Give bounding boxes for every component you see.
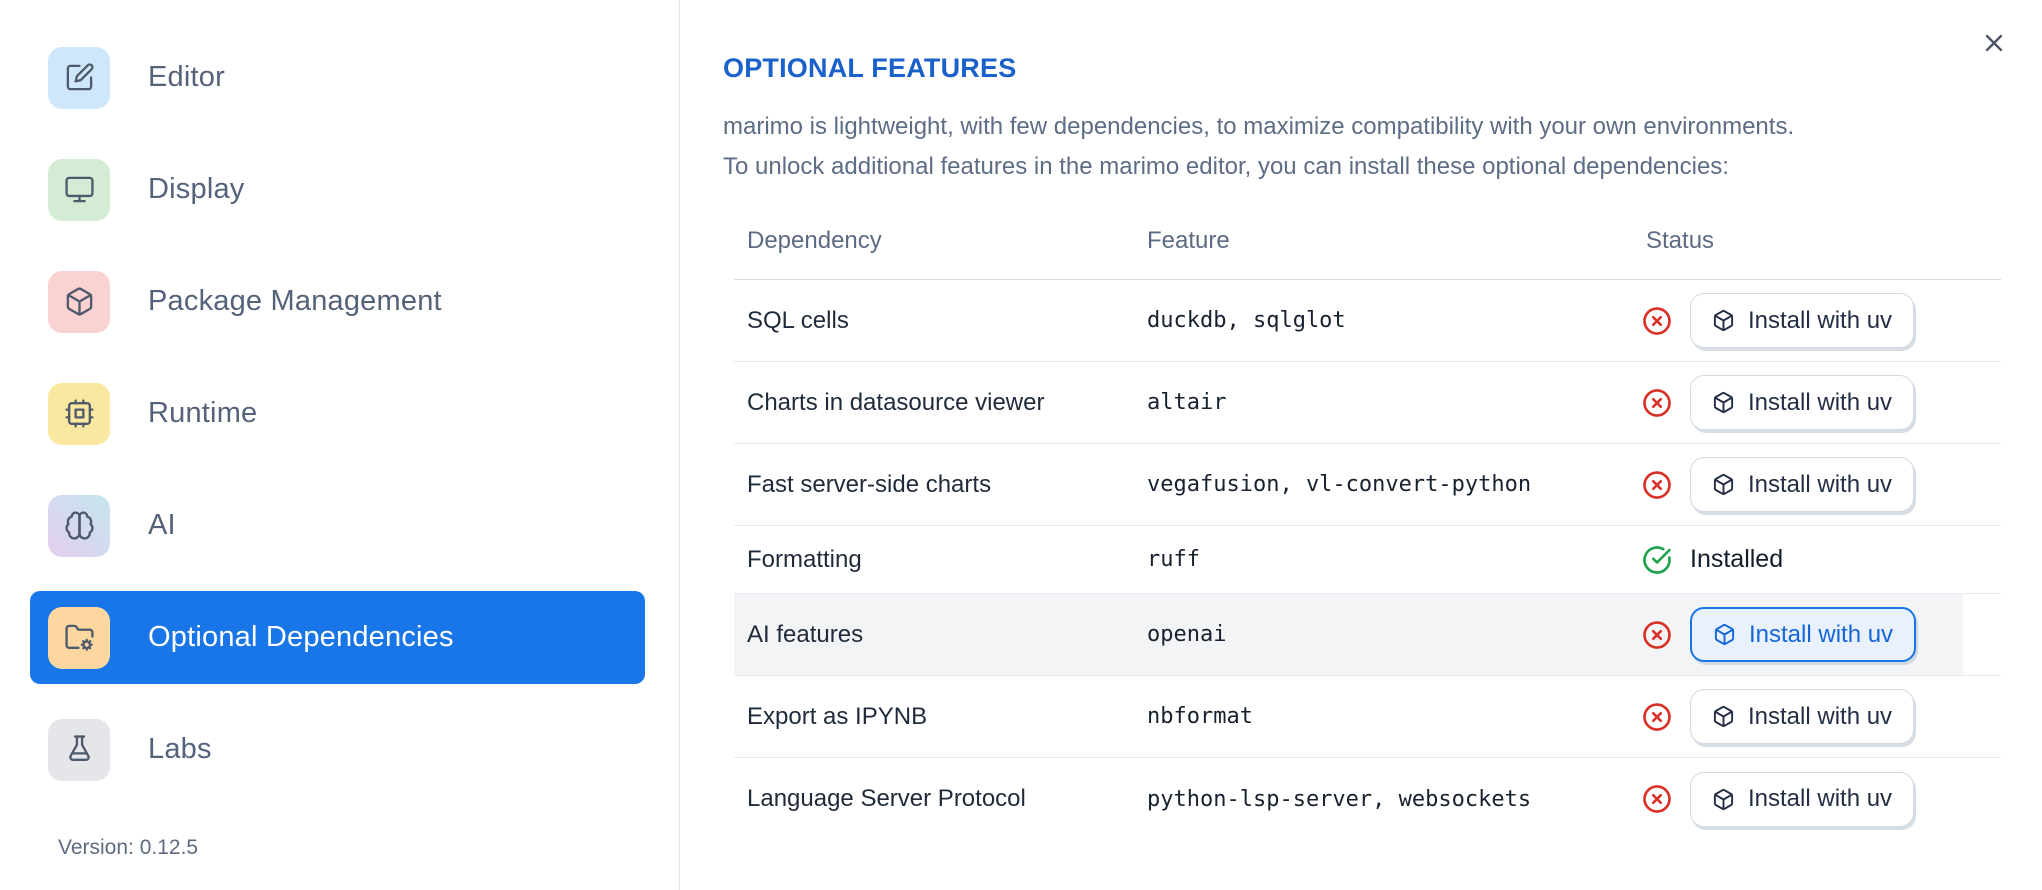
feature-cell: python-lsp-server, websockets [1147, 786, 1532, 812]
feature-cell: duckdb, sqlglot [1147, 308, 1346, 333]
table-row: Export as IPYNB nbformat Install with uv [734, 676, 2001, 758]
install-with-uv-button[interactable]: Install with uv [1690, 293, 1915, 348]
cpu-icon [64, 399, 94, 428]
sidebar-item-package-management[interactable]: Package Management [30, 255, 645, 348]
folder-cog-icon [64, 624, 94, 651]
flask-icon [68, 735, 90, 761]
installed-status-label: Installed [1690, 545, 1784, 573]
column-header-feature: Feature [1147, 227, 1230, 254]
install-with-uv-button[interactable]: Install with uv [1690, 771, 1915, 827]
feature-cell: nbformat [1147, 704, 1253, 729]
dependency-cell: SQL cells [747, 306, 849, 334]
circle-x-icon [1643, 470, 1671, 499]
optional-features-panel: OPTIONAL FEATURES marimo is lightweight,… [681, 0, 2042, 890]
status-cell: Installed [1634, 545, 2001, 575]
dependency-cell: Formatting [747, 545, 862, 573]
dependency-cell: Charts in datasource viewer [747, 388, 1045, 416]
feature-cell: openai [1147, 622, 1227, 647]
features-table: Dependency Feature Status SQL cells duckd… [734, 187, 2001, 840]
monitor-icon-tile [48, 158, 110, 221]
close-icon [1985, 34, 2003, 51]
brain-icon-tile [48, 494, 110, 557]
dependency-cell: Fast server-side charts [747, 470, 992, 498]
box-icon [66, 287, 92, 316]
box-icon-tile [48, 270, 110, 333]
dependency-cell: AI features [747, 620, 864, 648]
circle-x-icon [1643, 702, 1671, 731]
sidebar-item-label: Labs [148, 733, 212, 765]
sidebar-item-label: Package Management [148, 285, 442, 317]
sidebar-item-label: Runtime [148, 397, 258, 429]
box-icon [1713, 391, 1734, 414]
settings-sidebar: Editor Display Package Management Runtime AI… [0, 0, 680, 890]
version-label: Version: 0.12.5 [58, 836, 199, 859]
feature-cell: vegafusion, vl-convert-python [1147, 472, 1532, 497]
sidebar-nav: Editor Display Package Management Runtime AI… [0, 31, 679, 796]
description: marimo is lightweight, with few dependen… [723, 107, 2000, 187]
settings-dialog: Editor Display Package Management Runtime AI… [0, 0, 2042, 890]
install-button-label: Install with uv [1748, 785, 1893, 812]
status-cell: Install with uv [1634, 293, 2001, 348]
install-with-uv-button[interactable]: Install with uv [1690, 607, 1917, 662]
circle-x-icon [1643, 620, 1671, 649]
table-header: Dependency Feature Status [734, 187, 2001, 280]
install-button-label: Install with uv [1748, 702, 1893, 730]
status-cell: Install with uv [1634, 457, 2001, 512]
column-header-status: Status [1646, 227, 1715, 254]
description-line: marimo is lightweight, with few dependen… [723, 113, 1795, 140]
cpu-icon-tile [48, 382, 110, 445]
install-button-label: Install with uv [1748, 388, 1893, 416]
description-line: To unlock additional features in the mar… [723, 153, 1729, 180]
flask-icon-tile [48, 718, 110, 781]
features-table-body: SQL cells duckdb, sqlglot Install with uv C… [734, 280, 2001, 840]
dependency-cell: Language Server Protocol [747, 785, 1026, 812]
box-icon [1713, 309, 1734, 332]
sidebar-item-label: Display [148, 173, 245, 205]
feature-cell: altair [1147, 390, 1227, 415]
install-with-uv-button[interactable]: Install with uv [1690, 375, 1915, 430]
square-pen-icon [66, 63, 94, 91]
status-cell: Install with uv [1634, 607, 2001, 662]
column-header-dependency: Dependency [747, 227, 882, 254]
circle-x-icon [1643, 785, 1671, 813]
install-button-label: Install with uv [1748, 306, 1893, 334]
install-button-label: Install with uv [1749, 620, 1894, 648]
table-row: Charts in datasource viewer altair Install… [734, 362, 2001, 444]
circle-x-icon [1643, 306, 1671, 335]
folder-cog-icon-tile [48, 606, 110, 669]
box-icon [1714, 623, 1735, 646]
status-cell: Install with uv [1634, 689, 2001, 744]
dependency-cell: Export as IPYNB [747, 702, 928, 730]
install-with-uv-button[interactable]: Install with uv [1690, 457, 1915, 512]
circle-x-icon [1643, 388, 1671, 417]
status-cell: Install with uv [1634, 375, 2001, 430]
sidebar-item-label: AI [148, 509, 176, 541]
close-button[interactable] [1978, 28, 2010, 60]
table-row: Formatting ruff Installed [734, 526, 2001, 594]
box-icon [1713, 473, 1734, 496]
box-icon [1713, 788, 1734, 810]
install-with-uv-button[interactable]: Install with uv [1690, 689, 1915, 744]
sidebar-item-label: Optional Dependencies [148, 621, 454, 653]
page-title: OPTIONAL FEATURES [723, 53, 1017, 83]
table-row: Fast server-side charts vegafusion, vl-co… [734, 444, 2001, 526]
box-icon [1713, 705, 1734, 728]
status-cell: Install with uv [1634, 771, 2001, 827]
sidebar-item-label: Editor [148, 61, 225, 93]
install-button-label: Install with uv [1748, 470, 1893, 498]
sidebar-item-display[interactable]: Display [30, 143, 645, 236]
sidebar-item-runtime[interactable]: Runtime [30, 367, 645, 460]
brain-icon [64, 511, 94, 540]
table-row: Language Server Protocol python-lsp-serve… [734, 758, 2001, 840]
feature-cell: ruff [1147, 547, 1200, 572]
table-row: AI features openai Install with uv [734, 594, 2001, 676]
sidebar-item-optional-dependencies[interactable]: Optional Dependencies [30, 591, 645, 684]
monitor-icon [64, 176, 94, 203]
circle-check-icon [1643, 545, 1671, 574]
sidebar-item-labs[interactable]: Labs [30, 703, 645, 796]
table-row: SQL cells duckdb, sqlglot Install with uv [734, 280, 2001, 362]
sidebar-item-ai[interactable]: AI [30, 479, 645, 572]
square-pen-icon-tile [48, 46, 110, 109]
sidebar-item-editor[interactable]: Editor [30, 31, 645, 124]
